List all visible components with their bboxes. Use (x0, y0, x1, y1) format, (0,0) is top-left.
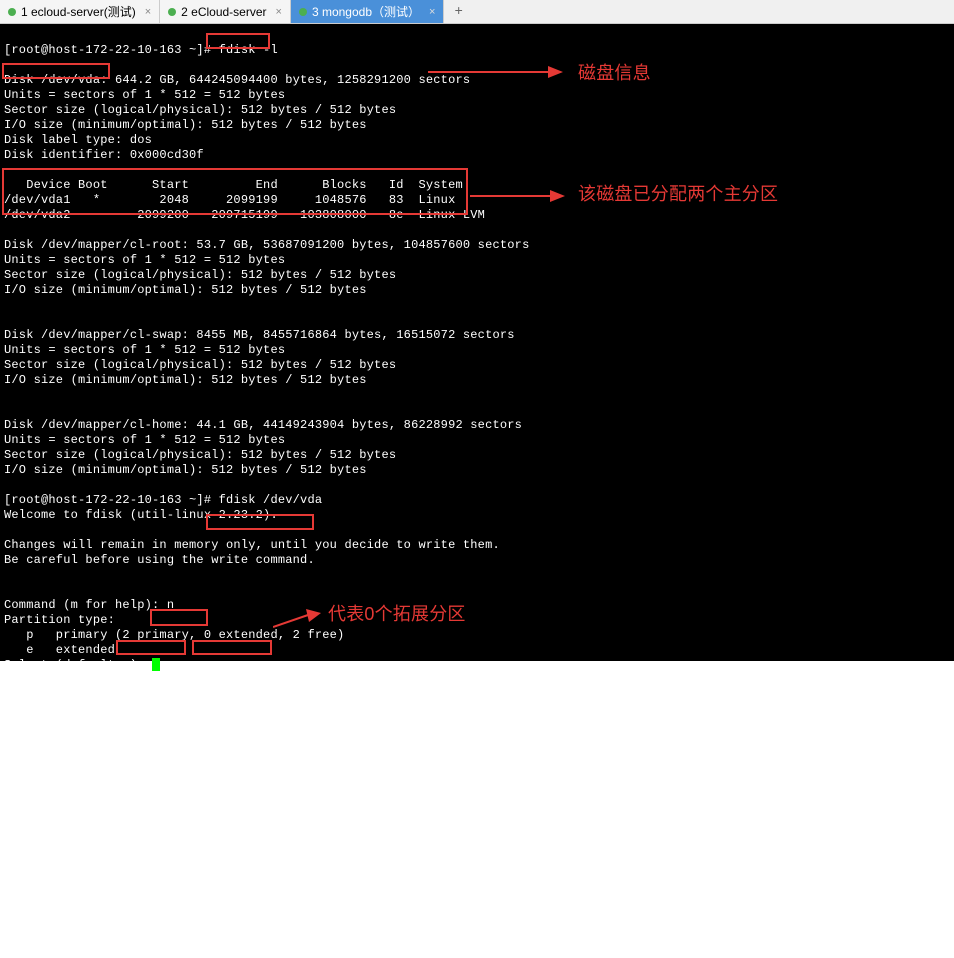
output-line: Be careful before using the write comman… (4, 553, 315, 567)
table-row: /dev/vda2 2099200 209715199 103808000 8e… (4, 208, 485, 222)
output-line: Sector size (logical/physical): 512 byte… (4, 103, 396, 117)
table-header: Device Boot Start End Blocks Id System (4, 178, 463, 192)
output-line: e extended (4, 643, 115, 657)
table-row: /dev/vda1 * 2048 2099199 1048576 83 Linu… (4, 193, 455, 207)
output-line: Units = sectors of 1 * 512 = 512 bytes (4, 343, 285, 357)
command: fdisk -l (219, 43, 278, 57)
output-line: Select (default p): (4, 658, 152, 672)
output-line: Disk identifier: 0x000cd30f (4, 148, 204, 162)
annotation-box-2-primary (116, 640, 186, 655)
arrow-icon (470, 184, 570, 208)
plus-icon: + (454, 4, 462, 20)
tab-2[interactable]: 2 eCloud-server × (160, 0, 291, 23)
tab-label: 3 mongodb（测试） (312, 3, 420, 20)
status-dot-icon (8, 8, 16, 16)
output-line: Units = sectors of 1 * 512 = 512 bytes (4, 88, 285, 102)
output-line: Command (m for help): (4, 598, 167, 612)
output-line: Disk /dev/mapper/cl-root: 53.7 GB, 53687… (4, 238, 529, 252)
output-line: Disk label type: dos (4, 133, 152, 147)
output-line: Sector size (logical/physical): 512 byte… (4, 268, 396, 282)
output-line: Sector size (logical/physical): 512 byte… (4, 448, 396, 462)
tab-3[interactable]: 3 mongodb（测试） × (291, 0, 445, 23)
tab-label: 2 eCloud-server (181, 5, 266, 19)
annotation-text-disk-info: 磁盘信息 (578, 66, 651, 81)
command: fdisk /dev/vda (219, 493, 323, 507)
cursor-icon (152, 658, 160, 671)
output-line: I/O size (minimum/optimal): 512 bytes / … (4, 463, 367, 477)
terminal-output[interactable]: [root@host-172-22-10-163 ~]# fdisk -l Di… (0, 24, 954, 661)
output-line: Units = sectors of 1 * 512 = 512 bytes (4, 433, 285, 447)
tab-label: 1 ecloud-server(测试) (21, 3, 136, 20)
prompt: [root@host-172-22-10-163 ~]# (4, 43, 219, 57)
add-tab-button[interactable]: + (444, 0, 472, 23)
tab-bar: 1 ecloud-server(测试) × 2 eCloud-server × … (0, 0, 954, 24)
output-line: p primary (2 primary, 0 extended, 2 free… (4, 628, 344, 642)
user-input: n (167, 598, 174, 612)
annotation-text-partition: 该磁盘已分配两个主分区 (578, 187, 778, 202)
close-icon[interactable]: × (276, 6, 282, 18)
output-line: I/O size (minimum/optimal): 512 bytes / … (4, 373, 367, 387)
annotation-box-0-extended (192, 640, 272, 655)
output-line: Units = sectors of 1 * 512 = 512 bytes (4, 253, 285, 267)
output-line: Sector size (logical/physical): 512 byte… (4, 358, 396, 372)
close-icon[interactable]: × (145, 6, 151, 18)
output-line: I/O size (minimum/optimal): 512 bytes / … (4, 283, 367, 297)
output-line: Disk /dev/mapper/cl-swap: 8455 MB, 84557… (4, 328, 515, 342)
output-line: I/O size (minimum/optimal): 512 bytes / … (4, 118, 367, 132)
annotation-text-extended: 代表0个拓展分区 (328, 607, 466, 622)
output-line: Welcome to fdisk (util-linux 2.23.2). (4, 508, 278, 522)
output-line: Changes will remain in memory only, unti… (4, 538, 500, 552)
tab-1[interactable]: 1 ecloud-server(测试) × (0, 0, 160, 23)
status-dot-icon (168, 8, 176, 16)
output-line: Partition type: (4, 613, 115, 627)
prompt: [root@host-172-22-10-163 ~]# (4, 493, 219, 507)
close-icon[interactable]: × (429, 6, 435, 18)
status-dot-icon (299, 8, 307, 16)
output-line: Disk /dev/mapper/cl-home: 44.1 GB, 44149… (4, 418, 522, 432)
output-line: Disk /dev/vda: 644.2 GB, 644245094400 by… (4, 73, 470, 87)
